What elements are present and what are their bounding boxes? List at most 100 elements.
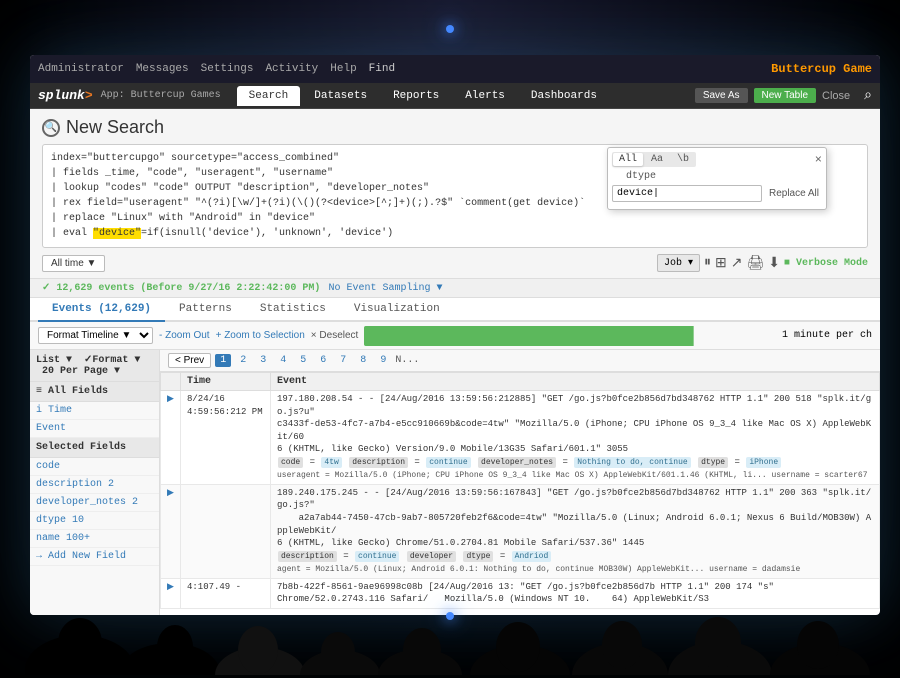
fr-toggle-aa[interactable]: Aa (645, 153, 669, 166)
col-time: Time (181, 373, 271, 391)
page-3[interactable]: 3 (255, 354, 271, 367)
val-4tw: 4tw (321, 457, 341, 468)
results-table-wrapper: Time Event ▶ 8/24/164:59:56:212 PM 197.1… (160, 372, 880, 609)
print-icon[interactable]: 🖨 (746, 255, 764, 272)
results-tab-visualization[interactable]: Visualization (340, 298, 454, 322)
screen-content: Administrator Messages Settings Activity… (30, 55, 880, 615)
app-label: App: Buttercup Games (101, 90, 221, 101)
results-tab-events[interactable]: Events (12,629) (38, 298, 165, 322)
time-range-bar: All time ▼ Job ▾ ⏸ ⊞ ↗ 🖨 ⬇ ■ Verbose Mod… (42, 252, 868, 274)
page-8[interactable]: 8 (355, 354, 371, 367)
close-button[interactable]: Close (822, 90, 850, 102)
all-fields-header[interactable]: ≡ All Fields (30, 382, 159, 402)
nav-settings[interactable]: Settings (201, 63, 254, 75)
row-expand-1[interactable]: ▶ (161, 391, 181, 485)
field-item-name[interactable]: name 100+ (30, 530, 159, 548)
global-search-icon[interactable]: ⌕ (864, 88, 872, 104)
val-iphone: iPhone (746, 457, 781, 468)
splunk-logo: splunk> (38, 88, 93, 103)
page-dots: N... (395, 355, 419, 366)
find-replace-close[interactable]: × (815, 153, 822, 167)
timeline-bar: Format Timeline ▼ - Zoom Out + Zoom to S… (30, 322, 880, 350)
download-icon[interactable]: ⬇ (768, 255, 780, 272)
format-timeline-select[interactable]: Format Timeline ▼ (38, 327, 153, 344)
deselect-btn[interactable]: × Deselect (311, 330, 359, 341)
pause-icon[interactable]: ⏸ (704, 255, 711, 271)
val-continue-2: continue (355, 551, 399, 562)
new-table-button[interactable]: New Table (754, 88, 817, 103)
search-title-row: 🔍 New Search (42, 117, 868, 138)
field-item-i[interactable]: i Time (30, 402, 159, 420)
sampling-dropdown[interactable]: No Event Sampling ▼ (328, 283, 442, 294)
tab-search[interactable]: Search (237, 86, 301, 106)
useragent-row2: agent = Mozilla/5.0 (Linux; Android 6.0.… (277, 565, 800, 574)
field-item-code[interactable]: code (30, 458, 159, 476)
events-info-bar: ✓ 12,629 events (Before 9/27/16 2:22:42:… (30, 279, 880, 298)
format-btn[interactable]: ✓Format ▼ (84, 355, 140, 366)
search-circle-icon: 🔍 (42, 119, 60, 137)
row-expand-2[interactable]: ▶ (161, 484, 181, 578)
add-new-field-btn[interactable]: → Add New Field (30, 548, 159, 566)
table-row: ▶ 189.240.175.245 - - [24/Aug/2016 13:59… (161, 484, 880, 578)
share-icon[interactable]: ↗ (731, 255, 743, 272)
search-controls-right: Job ▾ ⏸ ⊞ ↗ 🖨 ⬇ ■ Verbose Mode (657, 254, 868, 272)
prev-page-btn[interactable]: < Prev (168, 353, 211, 368)
buttercup-brand: Buttercup Game (771, 62, 872, 76)
presenter-dot-top (446, 25, 454, 33)
zoom-out-btn[interactable]: - Zoom Out (159, 330, 210, 341)
page-5[interactable]: 5 (295, 354, 311, 367)
timeline-chart (364, 326, 776, 346)
tab-reports[interactable]: Reports (381, 86, 451, 106)
pagination-bar: < Prev 1 2 3 4 5 6 7 8 9 N... (160, 350, 880, 372)
field-description-2: description (278, 551, 337, 562)
find-input-row: dtype (612, 171, 822, 182)
results-tab-statistics[interactable]: Statistics (246, 298, 340, 322)
events-count: ✓ 12,629 events (Before 9/27/16 2:22:42:… (42, 282, 320, 294)
row-time-1: 8/24/164:59:56:212 PM (181, 391, 271, 485)
page-6[interactable]: 6 (315, 354, 331, 367)
dtype-label: dtype (612, 171, 656, 182)
col-expand (161, 373, 181, 391)
right-content: < Prev 1 2 3 4 5 6 7 8 9 N... Time (160, 350, 880, 615)
page-7[interactable]: 7 (335, 354, 351, 367)
page-2[interactable]: 2 (235, 354, 251, 367)
results-tabs: Events (12,629) Patterns Statistics Visu… (30, 298, 880, 322)
tab-dashboards[interactable]: Dashboards (519, 86, 609, 106)
nav-activity[interactable]: Activity (265, 63, 318, 75)
field-item-developer-notes[interactable]: developer_notes 2 (30, 494, 159, 512)
field-item-dtype[interactable]: dtype 10 (30, 512, 159, 530)
fr-toggle-ab[interactable]: \b (671, 153, 695, 166)
page-1[interactable]: 1 (215, 354, 231, 367)
page-9[interactable]: 9 (375, 354, 391, 367)
page-4[interactable]: 4 (275, 354, 291, 367)
field-item-event[interactable]: Event (30, 420, 159, 438)
nav-administrator[interactable]: Administrator (38, 63, 124, 75)
nav-help[interactable]: Help (330, 63, 356, 75)
fields-header[interactable]: List ▼ ✓Format ▼ 20 Per Page ▼ (30, 350, 159, 382)
row-event-2: 189.240.175.245 - - [24/Aug/2016 13:59:5… (271, 484, 880, 578)
per-page-btn[interactable]: 20 Per Page ▼ (42, 366, 120, 377)
replace-input[interactable] (612, 185, 762, 202)
tab-datasets[interactable]: Datasets (302, 86, 379, 106)
list-btn[interactable]: List ▼ (36, 355, 72, 366)
save-as-button[interactable]: Save As (695, 88, 748, 103)
replace-all-button[interactable]: Replace All (766, 187, 822, 200)
search-area: 🔍 New Search index="buttercupgo" sourcet… (30, 109, 880, 279)
all-time-dropdown[interactable]: All time ▼ (42, 255, 105, 272)
results-tab-patterns[interactable]: Patterns (165, 298, 246, 322)
zoom-selection-btn[interactable]: + Zoom to Selection (216, 330, 305, 341)
val-nothing: Nothing to do, continue (574, 457, 690, 468)
nav-messages[interactable]: Messages (136, 63, 189, 75)
find-replace-header: All Aa \b × (612, 152, 822, 167)
job-button[interactable]: Job ▾ (657, 254, 700, 272)
verbose-mode-toggle[interactable]: ■ Verbose Mode (784, 258, 868, 269)
selected-fields-header: Selected Fields (30, 438, 159, 458)
grid-icon[interactable]: ⊞ (715, 255, 727, 272)
fr-toggle-all[interactable]: All (613, 153, 643, 166)
field-item-description[interactable]: description 2 (30, 476, 159, 494)
tab-alerts[interactable]: Alerts (453, 86, 517, 106)
row-event-1: 197.180.208.54 - - [24/Aug/2016 13:59:56… (271, 391, 880, 485)
find-replace-panel: All Aa \b × dtype Replace All (607, 147, 827, 210)
audience-silhouettes (0, 595, 900, 675)
find-label: Find (369, 63, 395, 75)
